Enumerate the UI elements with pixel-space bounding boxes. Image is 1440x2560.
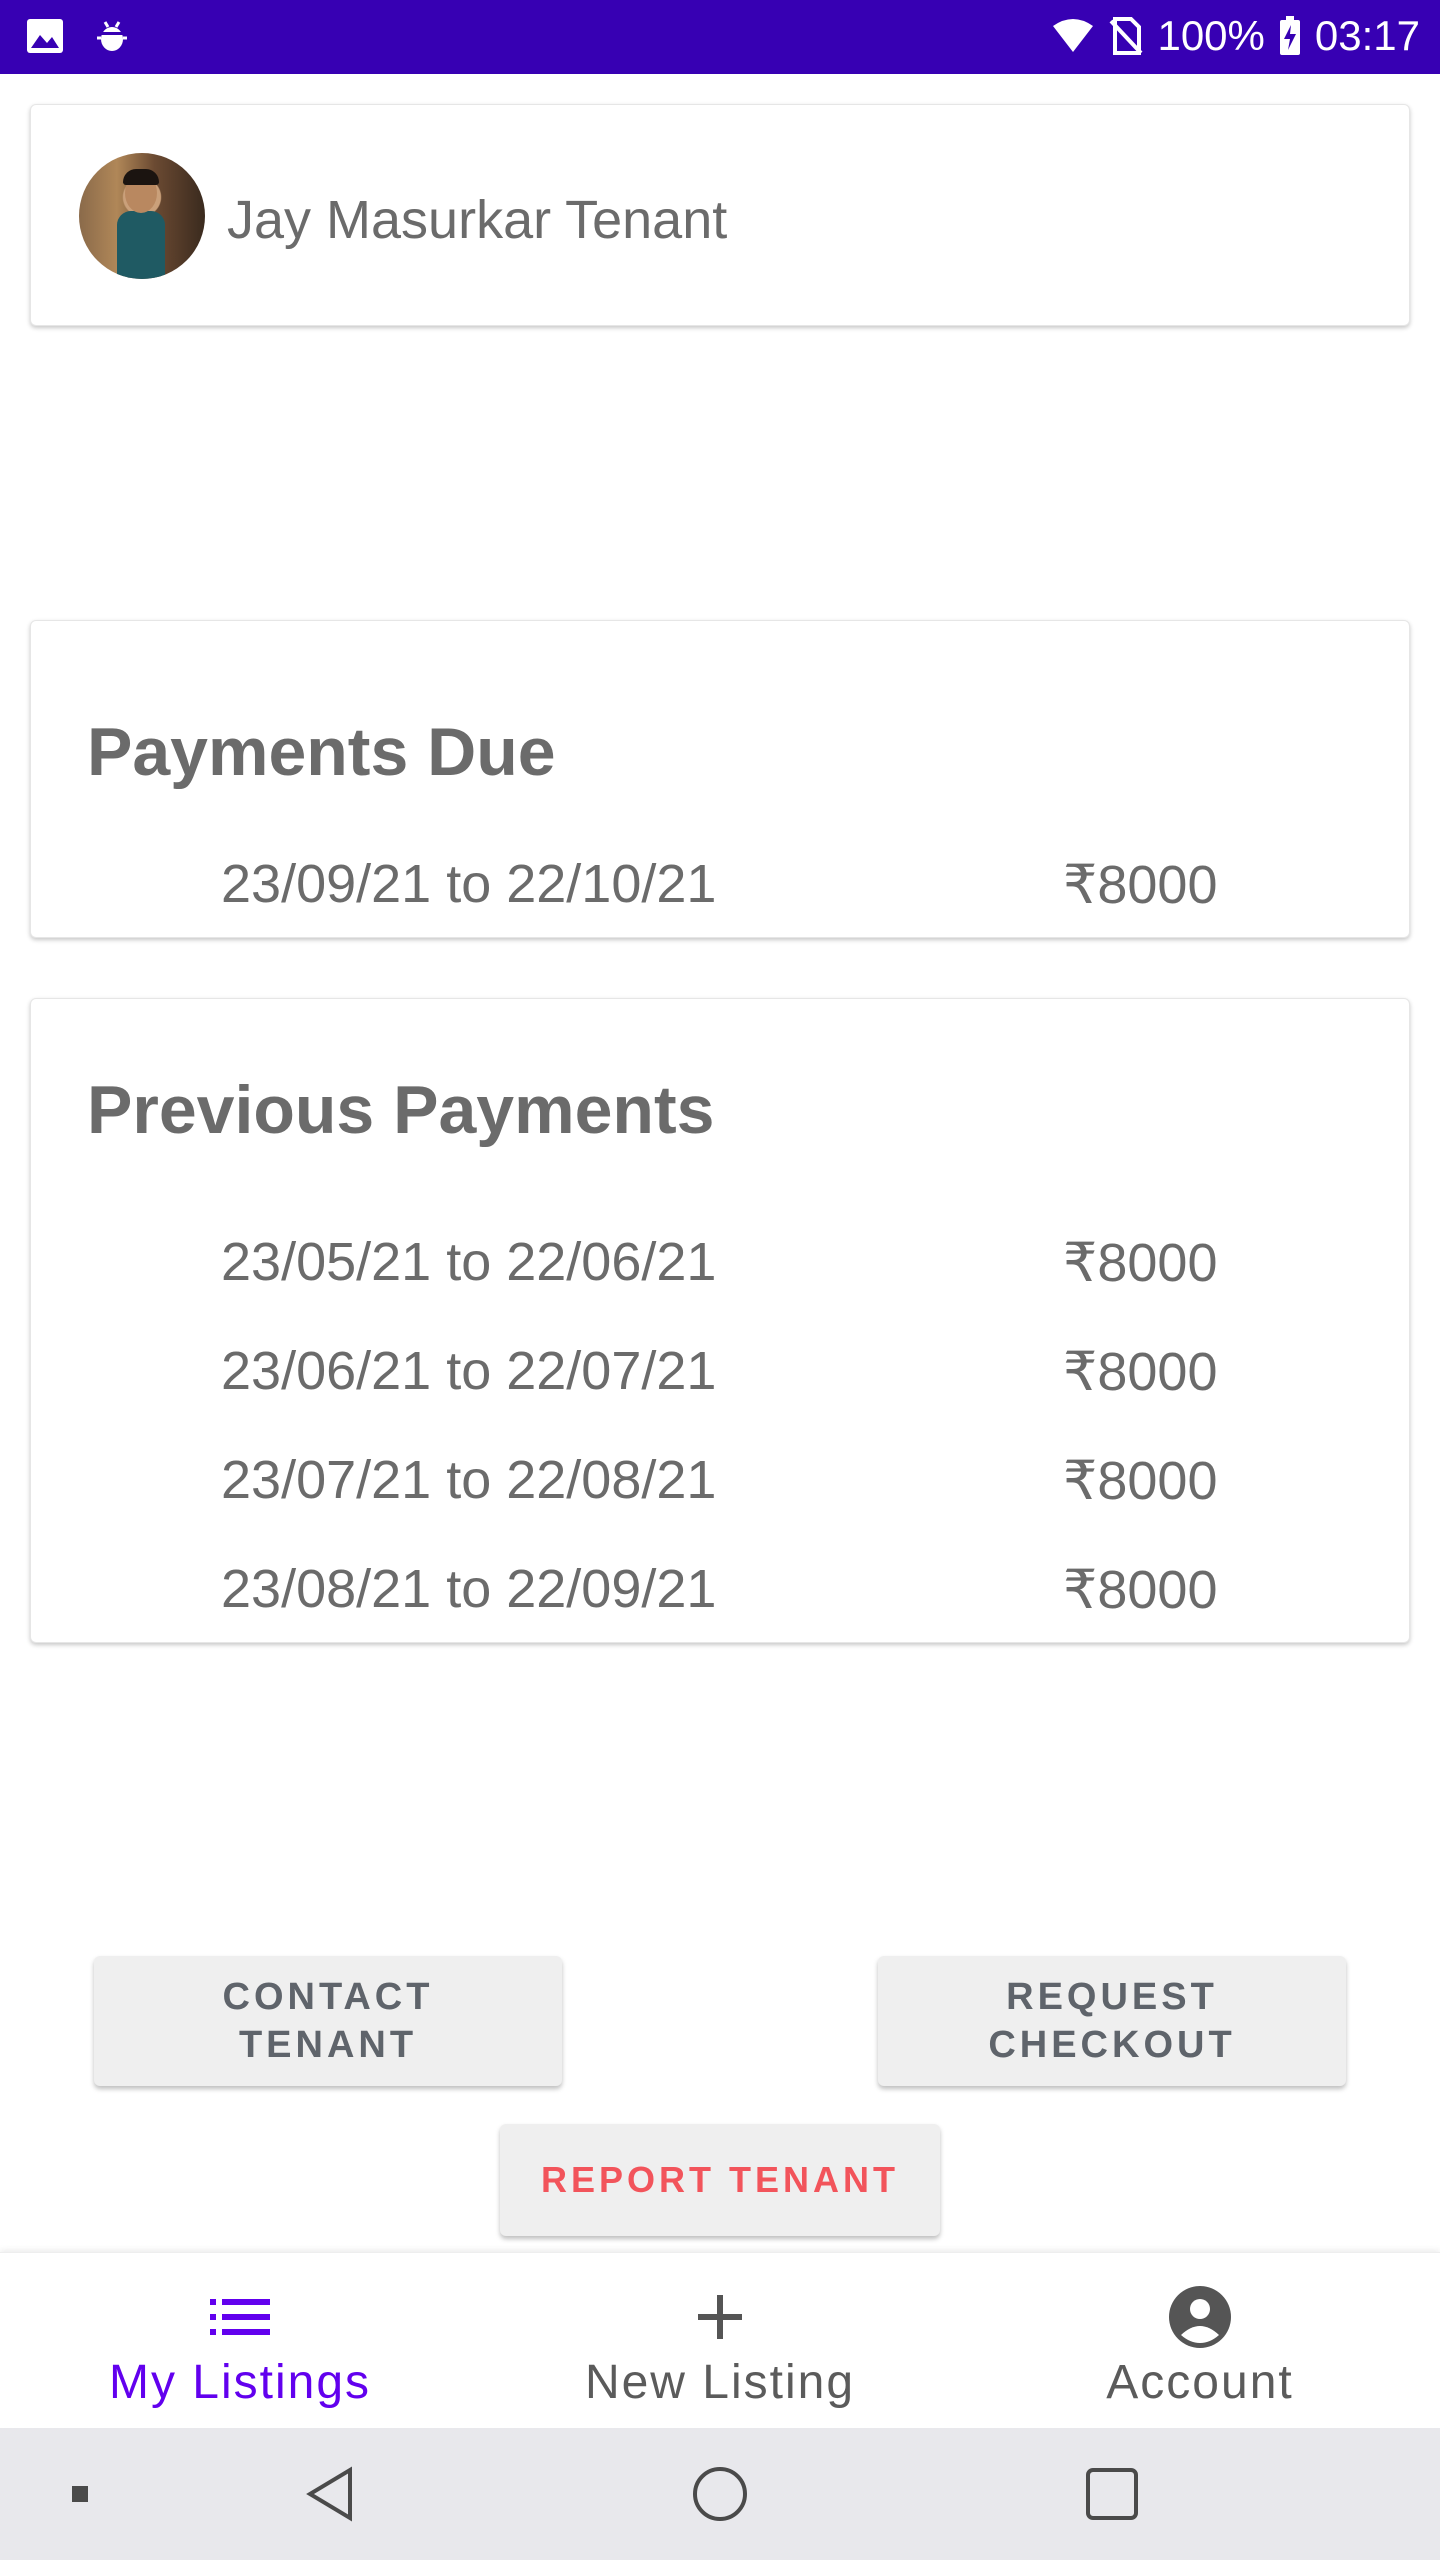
payment-period: 23/05/21 to 22/06/21 [221,1232,717,1292]
report-tenant-button[interactable]: REPORT TENANT [500,2124,940,2236]
payment-period: 23/08/21 to 22/09/21 [221,1559,717,1619]
payments-due-title: Payments Due [87,714,556,790]
payments-due-card: Payments Due 23/09/21 to 22/10/21 ₹8000 [30,620,1410,938]
no-sim-icon [1109,17,1143,55]
payment-row: 23/09/21 to 22/10/21 ₹8000 [31,853,1409,923]
nav-label: Account [1106,2356,1294,2409]
list-icon [208,2285,272,2349]
back-icon[interactable] [290,2428,370,2560]
contact-button-label-line2: TENANT [238,2024,418,2066]
clock: 03:17 [1314,12,1420,59]
payment-amount: ₹8000 [1063,855,1218,915]
battery-percent: 100% [1157,12,1265,59]
payment-period: 23/07/21 to 22/08/21 [221,1450,717,1510]
nav-account[interactable]: Account [960,2253,1440,2429]
avatar [79,153,205,279]
checkout-button-label-line1: REQUEST [1006,1976,1218,2018]
system-navigation-bar [0,2428,1440,2560]
payment-amount: ₹8000 [1063,1560,1218,1620]
checkout-button-label-line2: CHECKOUT [988,2024,1236,2066]
contact-tenant-button[interactable]: CONTACT TENANT [94,1956,562,2086]
image-icon [26,18,64,54]
payment-period: 23/09/21 to 22/10/21 [221,854,717,914]
status-bar: 100% 03:17 [0,0,1440,74]
nav-label: New Listing [584,2356,856,2409]
payment-period: 23/06/21 to 22/07/21 [221,1341,717,1401]
bug-icon [94,18,130,54]
wifi-icon [1051,18,1095,54]
battery-charging-icon [1279,16,1301,56]
payment-row: 23/07/21 to 22/08/21 ₹8000 [31,1449,1409,1519]
payment-amount: ₹8000 [1063,1233,1218,1293]
account-circle-icon [1168,2285,1232,2349]
plus-icon [696,2285,744,2349]
tenant-name: Jay Masurkar Tenant [227,190,728,250]
nav-label: My Listings [108,2356,372,2409]
dot-icon [60,2428,100,2560]
home-icon[interactable] [680,2428,760,2560]
tenant-card: Jay Masurkar Tenant [30,104,1410,326]
bottom-navigation: My Listings New Listing Account [0,2252,1440,2429]
payment-row: 23/08/21 to 22/09/21 ₹8000 [31,1558,1409,1628]
payment-amount: ₹8000 [1063,1451,1218,1511]
previous-payments-title: Previous Payments [87,1072,715,1148]
payment-row: 23/06/21 to 22/07/21 ₹8000 [31,1340,1409,1410]
report-button-label: REPORT TENANT [541,2159,899,2200]
payment-amount: ₹8000 [1063,1342,1218,1402]
nav-new-listing[interactable]: New Listing [480,2253,960,2429]
request-checkout-button[interactable]: REQUEST CHECKOUT [878,1956,1346,2086]
payment-row: 23/05/21 to 22/06/21 ₹8000 [31,1231,1409,1301]
recents-icon[interactable] [1072,2428,1152,2560]
previous-payments-card: Previous Payments 23/05/21 to 22/06/21 ₹… [30,998,1410,1643]
nav-my-listings[interactable]: My Listings [0,2253,480,2429]
contact-button-label-line1: CONTACT [222,1976,434,2018]
